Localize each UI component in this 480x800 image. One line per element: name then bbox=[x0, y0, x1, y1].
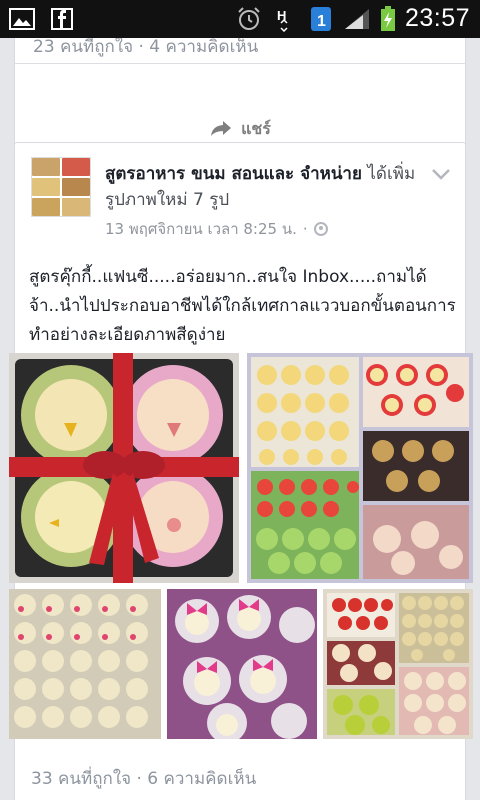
share-icon bbox=[209, 119, 233, 141]
sim-badge-icon: 1 bbox=[307, 6, 335, 32]
divider bbox=[15, 63, 465, 64]
battery-charging-icon bbox=[379, 5, 397, 32]
globe-icon bbox=[313, 222, 328, 236]
post-card: สูตรอาหาร ขนม สอนและ จำหน่าย ได้เพิ่มรูป… bbox=[9, 142, 473, 800]
image-notification-icon bbox=[8, 6, 36, 32]
post-photo-4[interactable] bbox=[167, 589, 317, 739]
news-feed[interactable]: 23 คนที่ถูกใจ · 4 ความคิดเห็น แชร์ สูตรอ… bbox=[0, 38, 480, 800]
post-body: สูตรคุ๊กกี้..แฟนซี.....อร่อยมาก..สนใจ In… bbox=[29, 267, 456, 345]
post-header: สูตรอาหาร ขนม สอนและ จำหน่าย ได้เพิ่มรูป… bbox=[105, 161, 425, 213]
page-name-link[interactable]: สูตรอาหาร ขนม สอนและ จำหน่าย bbox=[105, 164, 362, 184]
chevron-down-icon[interactable] bbox=[431, 165, 451, 180]
post-counts[interactable]: 33 คนที่ถูกใจ · 6 ความคิดเห็น bbox=[31, 765, 256, 792]
meta-separator: · bbox=[302, 220, 308, 238]
alarm-icon bbox=[235, 6, 263, 32]
post-photo-5[interactable] bbox=[323, 589, 473, 739]
share-button[interactable]: แชร์ bbox=[15, 117, 465, 142]
post-photo-2[interactable] bbox=[247, 353, 473, 583]
share-label: แชร์ bbox=[241, 119, 271, 138]
post-meta: 13 พฤศจิกายน เวลา 8:25 น. · bbox=[105, 217, 328, 241]
status-bar: H 1 23:57 bbox=[0, 0, 480, 38]
facebook-notification-icon bbox=[48, 6, 76, 32]
page-avatar[interactable] bbox=[31, 157, 91, 217]
post-photo-1[interactable] bbox=[9, 353, 239, 583]
post-timestamp[interactable]: 13 พฤศจิกายน เวลา 8:25 น. bbox=[105, 217, 297, 241]
post-photo-3[interactable] bbox=[9, 589, 161, 739]
signal-icon bbox=[343, 6, 371, 32]
svg-text:1: 1 bbox=[317, 13, 326, 30]
clock: 23:57 bbox=[404, 4, 470, 32]
previous-post-counts[interactable]: 23 คนที่ถูกใจ · 4 ความคิดเห็น bbox=[33, 38, 258, 60]
hsdpa-icon: H bbox=[271, 6, 299, 32]
